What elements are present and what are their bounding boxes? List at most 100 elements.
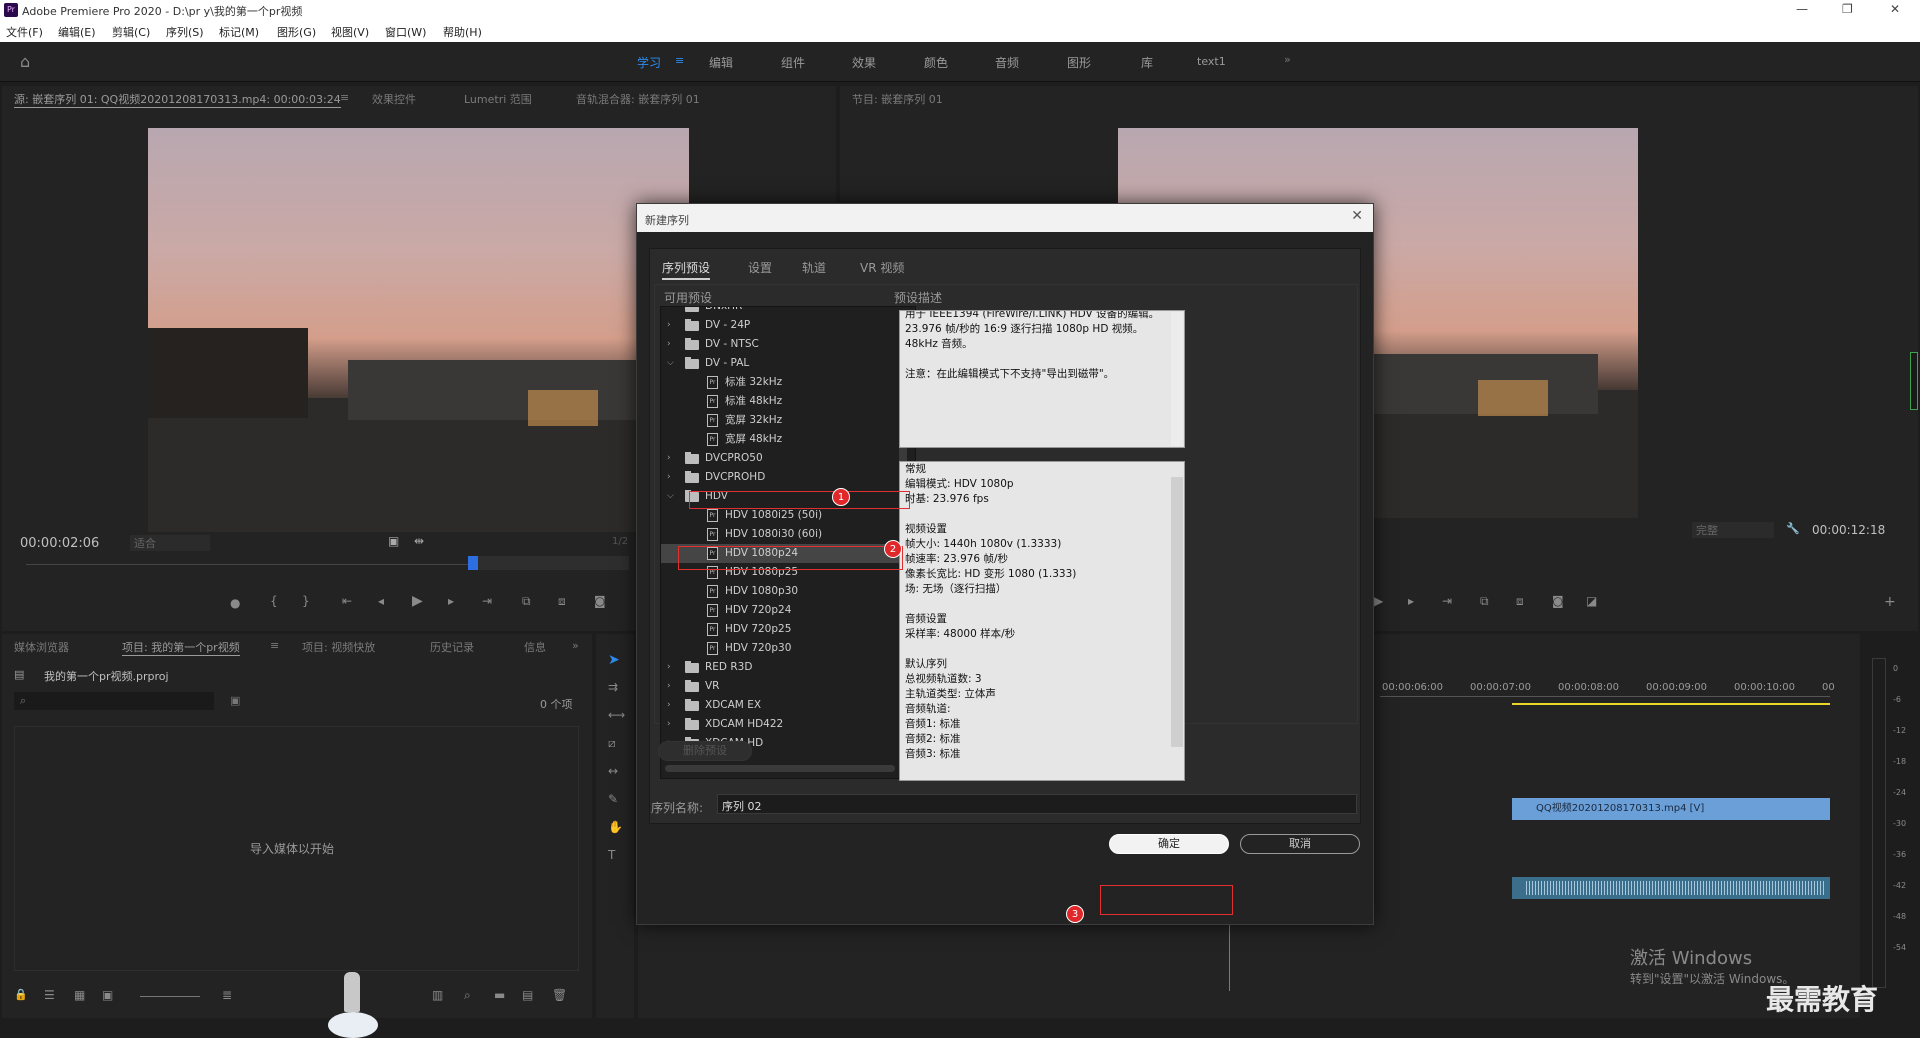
workspace-tab-effects[interactable]: 效果 bbox=[852, 54, 876, 71]
workspace-tab-color[interactable]: 颜色 bbox=[924, 54, 948, 71]
program-fit-select[interactable]: 完整 bbox=[1692, 522, 1774, 538]
scroll-handle[interactable] bbox=[1910, 352, 1918, 410]
tab-vr-video[interactable]: VR 视频 bbox=[860, 259, 904, 276]
description-scrollbar[interactable] bbox=[1171, 312, 1183, 446]
sort-icon[interactable]: ≣ bbox=[222, 988, 232, 1002]
workspace-tab-assembly[interactable]: 组件 bbox=[781, 54, 805, 71]
source-tab[interactable]: 源: 嵌套序列 01: QQ视频20201208170313.mp4: 00:0… bbox=[14, 91, 341, 108]
delete-preset-button[interactable]: 删除预设 bbox=[658, 741, 752, 761]
extract-icon[interactable]: ⧈ bbox=[1516, 594, 1524, 609]
panel-menu-icon[interactable]: ≡ bbox=[270, 639, 279, 652]
preset-folder[interactable]: › VR bbox=[661, 677, 899, 696]
insert-icon[interactable]: ⇹ bbox=[414, 534, 424, 548]
chevron-down-icon[interactable]: ⌵ bbox=[667, 354, 674, 373]
workspace-tab-edit[interactable]: 编辑 bbox=[709, 54, 733, 71]
preset-folder[interactable]: › RED R3D bbox=[661, 658, 899, 677]
preset-folder[interactable]: › DVCPRO50 bbox=[661, 449, 899, 468]
preset-item[interactable]: Pr HDV 720p30 bbox=[661, 639, 899, 658]
new-bin-icon[interactable]: ▬ bbox=[494, 988, 505, 1002]
home-icon[interactable]: ⌂ bbox=[20, 52, 30, 71]
menu-clip[interactable]: 剪辑(C) bbox=[112, 24, 150, 40]
source-zoom-bar[interactable] bbox=[469, 556, 629, 570]
project-speed-tab[interactable]: 项目: 视频快放 bbox=[302, 639, 375, 655]
preset-item[interactable]: Pr 标准 32kHz bbox=[661, 373, 899, 392]
more-tabs-icon[interactable]: » bbox=[572, 639, 579, 652]
preset-item[interactable]: Pr HDV 720p24 bbox=[661, 601, 899, 620]
cancel-button[interactable]: 取消 bbox=[1240, 834, 1360, 854]
workspace-tab-libraries[interactable]: 库 bbox=[1141, 54, 1153, 71]
video-clip[interactable]: QQ视频20201208170313.mp4 [V] bbox=[1512, 798, 1830, 820]
media-browser-tab[interactable]: 媒体浏览器 bbox=[14, 639, 69, 655]
new-search-bin-icon[interactable]: ▣ bbox=[230, 694, 240, 707]
program-play-icon[interactable]: ▶ bbox=[1374, 594, 1383, 608]
audio-mixer-tab[interactable]: 音轨混合器: 嵌套序列 01 bbox=[576, 91, 700, 107]
chevron-right-icon[interactable]: › bbox=[667, 316, 671, 335]
preset-item[interactable]: Pr HDV 1080i30 (60i) bbox=[661, 525, 899, 544]
details-scrollbar[interactable] bbox=[1171, 477, 1183, 747]
effect-controls-tab[interactable]: 效果控件 bbox=[372, 91, 416, 107]
type-tool-icon[interactable]: T bbox=[608, 848, 615, 862]
workspace-menu-icon[interactable]: ≡ bbox=[675, 54, 684, 67]
track-select-tool-icon[interactable]: ⇉ bbox=[608, 680, 618, 694]
workspace-tab-text1[interactable]: text1 bbox=[1197, 55, 1226, 68]
chevron-right-icon[interactable]: › bbox=[667, 449, 671, 468]
chevron-down-icon[interactable]: ⌵ bbox=[667, 487, 674, 506]
selection-tool-icon[interactable]: ➤ bbox=[608, 652, 620, 668]
info-tab[interactable]: 信息 bbox=[524, 639, 546, 655]
chevron-right-icon[interactable]: › bbox=[667, 677, 671, 696]
hand-tool-icon[interactable]: ✋ bbox=[608, 820, 623, 834]
preset-folder[interactable]: › DV - NTSC bbox=[661, 335, 899, 354]
marker-icon[interactable]: ● bbox=[230, 596, 240, 610]
menu-sequence[interactable]: 序列(S) bbox=[166, 24, 204, 40]
menu-graphics[interactable]: 图形(G) bbox=[277, 24, 316, 40]
menu-marker[interactable]: 标记(M) bbox=[219, 24, 259, 40]
project-search-input[interactable]: ⌕ bbox=[14, 692, 214, 710]
overwrite-icon[interactable]: ⧈ bbox=[558, 594, 566, 609]
sequence-name-input[interactable]: 序列 02 bbox=[717, 794, 1357, 814]
clear-icon[interactable]: 🗑 bbox=[552, 988, 567, 1002]
close-icon[interactable]: ✕ bbox=[1890, 2, 1900, 16]
maximize-icon[interactable]: ❐ bbox=[1842, 2, 1853, 16]
tab-settings[interactable]: 设置 bbox=[748, 259, 772, 276]
preset-item[interactable]: Pr 标准 48kHz bbox=[661, 392, 899, 411]
settings-icon[interactable]: ▣ bbox=[388, 534, 399, 548]
preset-folder[interactable]: ⌵ DV - PAL bbox=[661, 354, 899, 373]
freeform-view-icon[interactable]: ▣ bbox=[102, 988, 113, 1002]
chevron-right-icon[interactable]: › bbox=[667, 335, 671, 354]
workspace-tab-learn[interactable]: 学习 bbox=[637, 54, 661, 71]
insert-clip-icon[interactable]: ⧉ bbox=[522, 594, 531, 609]
program-tab[interactable]: 节目: 嵌套序列 01 bbox=[852, 91, 943, 107]
comparison-view-icon[interactable]: ◪ bbox=[1586, 594, 1597, 608]
audio-clip[interactable] bbox=[1512, 877, 1830, 899]
program-go-to-out-icon[interactable]: ⇥ bbox=[1442, 594, 1452, 608]
chevron-right-icon[interactable]: › bbox=[667, 715, 671, 734]
preset-item[interactable]: Pr HDV 1080p30 bbox=[661, 582, 899, 601]
pen-tool-icon[interactable]: ✎ bbox=[608, 792, 618, 806]
workspace-tab-audio[interactable]: 音频 bbox=[995, 54, 1019, 71]
ok-button[interactable]: 确定 bbox=[1109, 834, 1229, 854]
history-tab[interactable]: 历史记录 bbox=[430, 639, 474, 655]
work-area-bar[interactable] bbox=[1512, 703, 1830, 705]
tab-sequence-presets[interactable]: 序列预设 bbox=[662, 259, 711, 280]
razor-tool-icon[interactable]: ⧄ bbox=[608, 736, 616, 751]
preset-folder[interactable]: › XDCAM EX bbox=[661, 696, 899, 715]
source-fit-select[interactable]: 适合 bbox=[130, 535, 210, 551]
slip-tool-icon[interactable]: ↔ bbox=[608, 764, 618, 778]
list-view-icon[interactable]: ☰ bbox=[44, 988, 55, 1002]
minimize-icon[interactable]: — bbox=[1796, 2, 1808, 16]
menu-edit[interactable]: 编辑(E) bbox=[58, 24, 96, 40]
menu-help[interactable]: 帮助(H) bbox=[443, 24, 482, 40]
timeline-playhead[interactable] bbox=[1229, 925, 1230, 991]
preset-folder[interactable]: › XDCAM HD422 bbox=[661, 715, 899, 734]
preset-folder[interactable]: › DVCPROHD bbox=[661, 468, 899, 487]
export-frame-icon[interactable]: ◙ bbox=[594, 594, 606, 608]
mark-in-icon[interactable]: { bbox=[270, 594, 278, 608]
lift-icon[interactable]: ⧉ bbox=[1480, 594, 1489, 609]
find-icon[interactable]: ⌕ bbox=[464, 988, 471, 1003]
panel-menu-icon[interactable]: ≡ bbox=[340, 91, 349, 104]
ripple-edit-tool-icon[interactable]: ⟷ bbox=[608, 708, 625, 722]
preset-item[interactable]: Pr 宽屏 48kHz bbox=[661, 430, 899, 449]
add-button-icon[interactable]: + bbox=[1884, 594, 1896, 610]
preset-item[interactable]: Pr HDV 720p25 bbox=[661, 620, 899, 639]
play-icon[interactable]: ▶ bbox=[412, 593, 423, 609]
